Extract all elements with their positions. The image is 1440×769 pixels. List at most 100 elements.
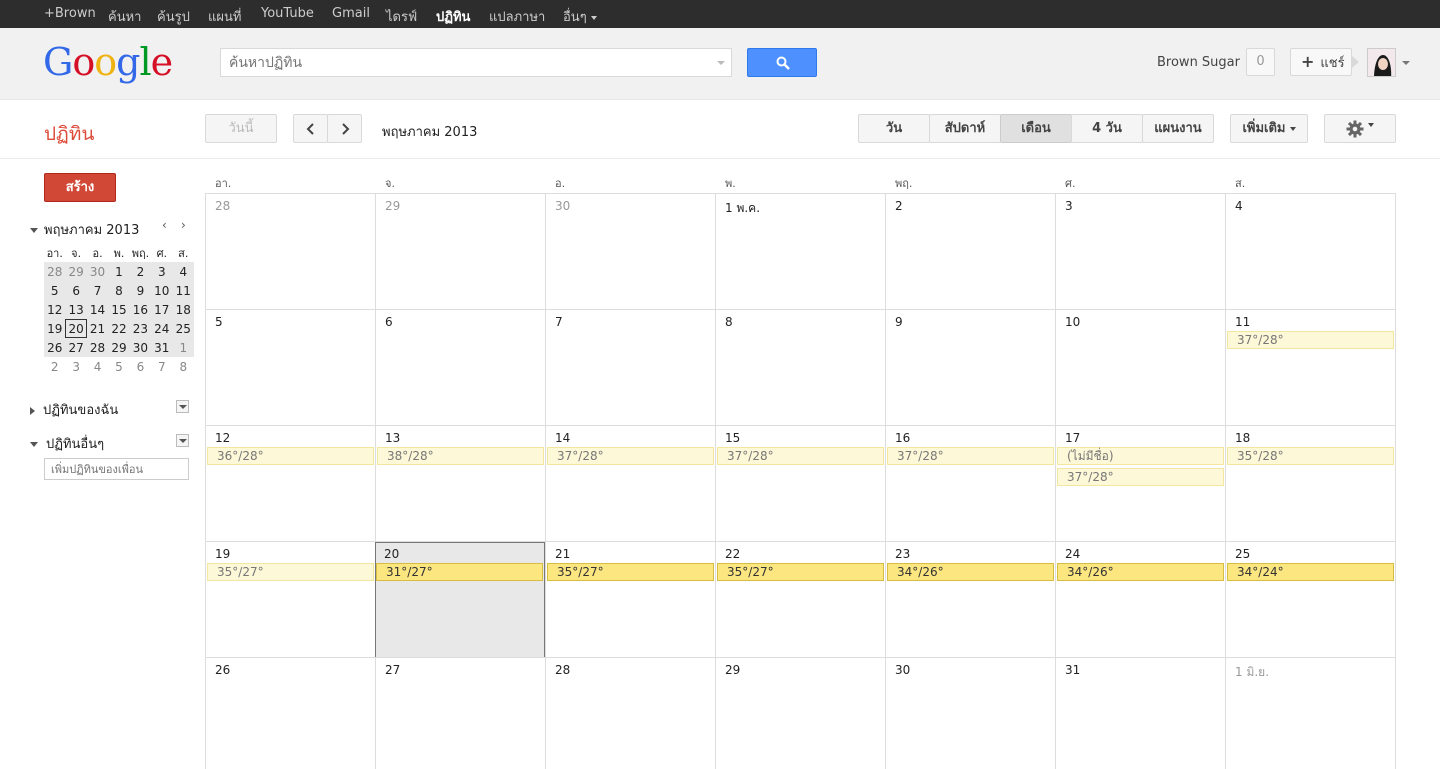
weather-event[interactable]: 35°/28°: [1227, 447, 1394, 465]
nav-link-drive[interactable]: ไดรฟ์: [386, 6, 417, 27]
mini-day[interactable]: 3: [65, 357, 86, 376]
mini-day[interactable]: 25: [172, 319, 194, 338]
day-number[interactable]: 3: [1065, 199, 1073, 213]
mini-day[interactable]: 2: [44, 357, 65, 376]
mini-day[interactable]: 26: [44, 338, 66, 357]
mini-day[interactable]: 8: [108, 281, 130, 300]
mini-day[interactable]: 28: [44, 262, 66, 281]
nav-link-more[interactable]: อื่นๆ: [563, 6, 597, 27]
mini-day[interactable]: 7: [86, 281, 109, 300]
weather-event[interactable]: 31°/27°: [376, 563, 543, 581]
day-number[interactable]: 28: [555, 663, 570, 677]
day-number[interactable]: 4: [1235, 199, 1243, 213]
day-number[interactable]: 30: [895, 663, 910, 677]
nav-link-gmail[interactable]: Gmail: [332, 6, 370, 21]
nav-link-youtube[interactable]: YouTube: [261, 6, 314, 21]
mini-day[interactable]: 16: [129, 300, 152, 319]
mini-day[interactable]: 18: [172, 300, 194, 319]
day-cell[interactable]: 29: [375, 194, 545, 310]
day-number[interactable]: 9: [895, 315, 903, 329]
day-number[interactable]: 1 พ.ค.: [725, 199, 760, 218]
untitled-event[interactable]: (ไม่มีชื่อ): [1057, 447, 1224, 465]
day-number[interactable]: 6: [385, 315, 393, 329]
weather-event[interactable]: 37°/28°: [1057, 468, 1224, 486]
day-number[interactable]: 1 มิ.ย.: [1235, 663, 1269, 682]
weather-event[interactable]: 37°/28°: [717, 447, 884, 465]
day-number[interactable]: 17: [1065, 431, 1080, 445]
mini-day[interactable]: 17: [151, 300, 173, 319]
nav-link-calendar[interactable]: ปฏิทิน: [436, 6, 470, 27]
day-cell[interactable]: 10: [1055, 310, 1225, 426]
mini-day[interactable]: 13: [65, 300, 87, 319]
user-name[interactable]: Brown Sugar: [1157, 55, 1240, 70]
day-number[interactable]: 22: [725, 547, 740, 561]
mini-day[interactable]: 4: [87, 357, 108, 376]
day-cell-today[interactable]: 20 31°/27°: [375, 542, 545, 658]
weather-event[interactable]: 38°/28°: [377, 447, 544, 465]
view-day-button[interactable]: วัน: [858, 114, 930, 143]
day-cell[interactable]: 1 พ.ค.: [715, 194, 885, 310]
share-button[interactable]: + แชร์: [1290, 48, 1352, 76]
mini-day[interactable]: 12: [44, 300, 66, 319]
more-button[interactable]: เพิ่มเติม: [1230, 114, 1308, 143]
day-cell[interactable]: 25 34°/24°: [1225, 542, 1396, 658]
view-agenda-button[interactable]: แผนงาน: [1142, 114, 1214, 143]
mini-day[interactable]: 29: [65, 262, 87, 281]
weather-event[interactable]: 37°/28°: [1227, 331, 1394, 349]
day-number[interactable]: 7: [555, 315, 563, 329]
mini-day[interactable]: 2: [129, 262, 152, 281]
day-cell[interactable]: 17 (ไม่มีชื่อ) 37°/28°: [1055, 426, 1225, 542]
chevron-down-icon[interactable]: [1402, 61, 1410, 65]
google-logo[interactable]: Google: [43, 40, 173, 84]
create-button[interactable]: สร้าง: [44, 173, 116, 202]
day-number[interactable]: 8: [725, 315, 733, 329]
day-number[interactable]: 29: [385, 199, 400, 213]
day-number[interactable]: 2: [895, 199, 903, 213]
mini-day[interactable]: 24: [151, 319, 173, 338]
day-cell[interactable]: 7: [545, 310, 715, 426]
mini-day[interactable]: 14: [86, 300, 109, 319]
mini-day[interactable]: 5: [108, 357, 129, 376]
next-button[interactable]: [327, 114, 362, 143]
mini-prev-button[interactable]: ‹: [162, 218, 167, 232]
mini-next-button[interactable]: ›: [181, 218, 186, 232]
mini-day[interactable]: 3: [151, 262, 173, 281]
weather-event[interactable]: 35°/27°: [207, 563, 374, 581]
mini-day[interactable]: 8: [173, 357, 194, 376]
day-number[interactable]: 28: [215, 199, 230, 213]
day-number[interactable]: 12: [215, 431, 230, 445]
mini-day[interactable]: 28: [86, 338, 109, 357]
mini-day[interactable]: 15: [108, 300, 130, 319]
nav-link-maps[interactable]: แผนที่: [208, 6, 241, 27]
day-cell[interactable]: 12 36°/28°: [205, 426, 375, 542]
day-cell[interactable]: 22 35°/27°: [715, 542, 885, 658]
day-cell[interactable]: 9: [885, 310, 1055, 426]
my-calendars-menu-icon[interactable]: [176, 400, 189, 413]
add-friend-calendar-input[interactable]: [44, 458, 189, 480]
day-number[interactable]: 25: [1235, 547, 1250, 561]
nav-link-translate[interactable]: แปลภาษา: [489, 6, 545, 27]
day-cell[interactable]: 6: [375, 310, 545, 426]
day-number[interactable]: 14: [555, 431, 570, 445]
day-cell[interactable]: 11 37°/28°: [1225, 310, 1396, 426]
day-number[interactable]: 21: [555, 547, 570, 561]
day-number[interactable]: 31: [1065, 663, 1080, 677]
day-cell[interactable]: 3: [1055, 194, 1225, 310]
other-calendars-menu-icon[interactable]: [176, 434, 189, 447]
day-cell[interactable]: 27: [375, 658, 545, 769]
day-number[interactable]: 15: [725, 431, 740, 445]
day-cell[interactable]: 16 37°/28°: [885, 426, 1055, 542]
day-number[interactable]: 13: [385, 431, 400, 445]
mini-day-today[interactable]: 20: [65, 319, 87, 338]
settings-button[interactable]: [1324, 114, 1396, 143]
day-cell[interactable]: 26: [205, 658, 375, 769]
day-cell[interactable]: 19 35°/27°: [205, 542, 375, 658]
mini-day[interactable]: 22: [108, 319, 130, 338]
weather-event[interactable]: 34°/24°: [1227, 563, 1394, 581]
search-input[interactable]: [229, 53, 699, 73]
day-cell[interactable]: 21 35°/27°: [545, 542, 715, 658]
day-cell[interactable]: 31: [1055, 658, 1225, 769]
weather-event[interactable]: 34°/26°: [1057, 563, 1224, 581]
day-cell[interactable]: 1 มิ.ย.: [1225, 658, 1396, 769]
mini-day[interactable]: 11: [172, 281, 194, 300]
